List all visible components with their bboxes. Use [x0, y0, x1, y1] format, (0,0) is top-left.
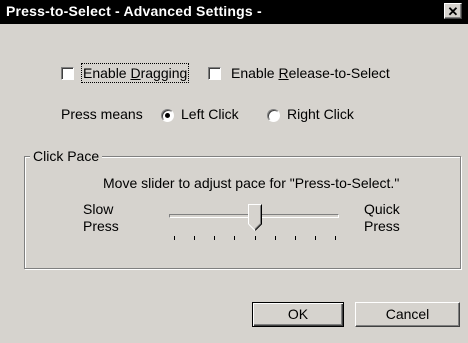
slider-instruction: Move slider to adjust pace for "Press-to…	[103, 175, 400, 191]
title-bar: Press-to-Select - Advanced Settings - ✕	[0, 0, 468, 24]
click-pace-legend: Click Pace	[30, 148, 103, 164]
slider-tick	[194, 236, 196, 240]
radio-selected-dot	[165, 113, 170, 118]
left-click-label[interactable]: Left Click	[181, 106, 239, 122]
enable-dragging-label-suffix: ragging	[140, 65, 188, 81]
press-means-label: Press means	[61, 106, 143, 122]
window-title: Press-to-Select - Advanced Settings -	[6, 3, 262, 19]
enable-dragging-checkbox[interactable]	[61, 67, 74, 80]
enable-dragging-label[interactable]: Enable Dragging	[80, 63, 190, 83]
slider-tick	[274, 236, 276, 240]
enable-release-accel: R	[278, 65, 289, 81]
slider-tick	[254, 236, 256, 240]
quick-label-line2: Press	[364, 218, 400, 234]
enable-dragging-accel: D	[130, 65, 141, 81]
enable-release-to-select-checkbox[interactable]	[208, 67, 221, 80]
slow-label-line1: Slow	[83, 201, 114, 217]
enable-release-to-select-label[interactable]: Enable Release-to-Select	[231, 65, 390, 81]
enable-release-label-prefix: Enable	[231, 65, 279, 81]
slider-tick	[174, 236, 175, 240]
ok-button[interactable]: OK	[252, 302, 344, 327]
slider-tick	[314, 236, 316, 240]
cancel-button[interactable]: Cancel	[355, 302, 460, 327]
right-click-label[interactable]: Right Click	[287, 106, 354, 122]
slider-tick	[294, 236, 296, 240]
slider-tick	[214, 236, 216, 240]
left-click-radio[interactable]	[161, 109, 174, 122]
close-icon: ✕	[447, 4, 459, 19]
slow-label-line2: Press	[83, 218, 119, 234]
slider-tick	[234, 236, 236, 240]
slider-tick	[335, 236, 336, 240]
slider-thumb[interactable]	[247, 204, 262, 231]
close-button[interactable]: ✕	[444, 3, 462, 19]
right-click-radio[interactable]	[267, 109, 280, 122]
enable-release-label-suffix: elease-to-Select	[288, 65, 390, 81]
quick-label-line1: Quick	[364, 201, 400, 217]
enable-dragging-label-prefix: Enable	[83, 65, 131, 81]
